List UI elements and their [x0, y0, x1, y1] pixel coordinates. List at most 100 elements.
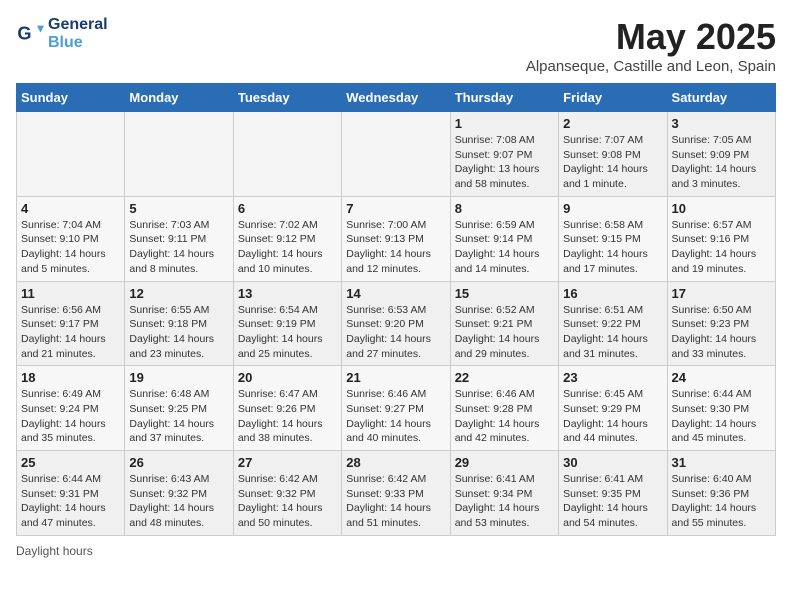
- day-number: 21: [346, 370, 445, 385]
- day-info: Sunrise: 6:40 AM Sunset: 9:36 PM Dayligh…: [672, 472, 771, 531]
- calendar-day-cell: 20 Sunrise: 6:47 AM Sunset: 9:26 PM Dayli…: [233, 366, 341, 451]
- day-info: Sunrise: 6:45 AM Sunset: 9:29 PM Dayligh…: [563, 387, 662, 446]
- day-info: Sunrise: 7:07 AM Sunset: 9:08 PM Dayligh…: [563, 133, 662, 192]
- calendar-table: SundayMondayTuesdayWednesdayThursdayFrid…: [16, 83, 776, 536]
- day-info: Sunrise: 6:44 AM Sunset: 9:30 PM Dayligh…: [672, 387, 771, 446]
- calendar-day-cell: 13 Sunrise: 6:54 AM Sunset: 9:19 PM Dayli…: [233, 281, 341, 366]
- calendar-day-cell: 24Sunrise: 6:44 AM Sunset: 9:30 PM Dayli…: [667, 366, 775, 451]
- day-info: Sunrise: 6:42 AM Sunset: 9:33 PM Dayligh…: [346, 472, 445, 531]
- calendar-day-cell: 16 Sunrise: 6:51 AM Sunset: 9:22 PM Dayli…: [559, 281, 667, 366]
- calendar-day-cell: [125, 112, 233, 197]
- calendar-day-cell: 18Sunrise: 6:49 AM Sunset: 9:24 PM Dayli…: [17, 366, 125, 451]
- day-number: 15: [455, 286, 554, 301]
- day-info: Sunrise: 6:48 AM Sunset: 9:25 PM Dayligh…: [129, 387, 228, 446]
- calendar-day-cell: 15 Sunrise: 6:52 AM Sunset: 9:21 PM Dayli…: [450, 281, 558, 366]
- day-info: Sunrise: 6:47 AM Sunset: 9:26 PM Dayligh…: [238, 387, 337, 446]
- calendar-day-cell: 5Sunrise: 7:03 AM Sunset: 9:11 PM Daylig…: [125, 196, 233, 281]
- calendar-day-cell: 30Sunrise: 6:41 AM Sunset: 9:35 PM Dayli…: [559, 451, 667, 536]
- weekday-header-row: SundayMondayTuesdayWednesdayThursdayFrid…: [17, 84, 776, 112]
- calendar-day-cell: [342, 112, 450, 197]
- calendar-day-cell: 11 Sunrise: 6:56 AM Sunset: 9:17 PM Dayli…: [17, 281, 125, 366]
- day-info: Sunrise: 6:51 AM Sunset: 9:22 PM Dayligh…: [563, 303, 662, 362]
- weekday-header-tuesday: Tuesday: [233, 84, 341, 112]
- calendar-day-cell: 28 Sunrise: 6:42 AM Sunset: 9:33 PM Dayli…: [342, 451, 450, 536]
- day-number: 29: [455, 455, 554, 470]
- calendar-week-row: 18Sunrise: 6:49 AM Sunset: 9:24 PM Dayli…: [17, 366, 776, 451]
- weekday-header-monday: Monday: [125, 84, 233, 112]
- calendar-day-cell: 7 Sunrise: 7:00 AM Sunset: 9:13 PM Daylig…: [342, 196, 450, 281]
- day-info: Sunrise: 6:44 AM Sunset: 9:31 PM Dayligh…: [21, 472, 120, 531]
- weekday-header-saturday: Saturday: [667, 84, 775, 112]
- day-number: 31: [672, 455, 771, 470]
- calendar-day-cell: 9 Sunrise: 6:58 AM Sunset: 9:15 PM Daylig…: [559, 196, 667, 281]
- day-number: 25: [21, 455, 120, 470]
- day-info: Sunrise: 6:43 AM Sunset: 9:32 PM Dayligh…: [129, 472, 228, 531]
- day-info: Sunrise: 6:56 AM Sunset: 9:17 PM Dayligh…: [21, 303, 120, 362]
- svg-text:G: G: [17, 24, 31, 44]
- calendar-day-cell: 10 Sunrise: 6:57 AM Sunset: 9:16 PM Dayli…: [667, 196, 775, 281]
- day-info: Sunrise: 6:41 AM Sunset: 9:34 PM Dayligh…: [455, 472, 554, 531]
- calendar-day-cell: [17, 112, 125, 197]
- calendar-day-cell: 8 Sunrise: 6:59 AM Sunset: 9:14 PM Daylig…: [450, 196, 558, 281]
- day-number: 9: [563, 201, 662, 216]
- logo-text: General Blue: [48, 16, 108, 52]
- calendar-week-row: 4 Sunrise: 7:04 AM Sunset: 9:10 PM Daylig…: [17, 196, 776, 281]
- month-title: May 2025: [526, 16, 776, 58]
- calendar-day-cell: 27Sunrise: 6:42 AM Sunset: 9:32 PM Dayli…: [233, 451, 341, 536]
- calendar-day-cell: 22Sunrise: 6:46 AM Sunset: 9:28 PM Dayli…: [450, 366, 558, 451]
- day-number: 12: [129, 286, 228, 301]
- day-number: 4: [21, 201, 120, 216]
- day-number: 1: [455, 116, 554, 131]
- day-info: Sunrise: 7:04 AM Sunset: 9:10 PM Dayligh…: [21, 218, 120, 277]
- day-number: 30: [563, 455, 662, 470]
- calendar-day-cell: 21Sunrise: 6:46 AM Sunset: 9:27 PM Dayli…: [342, 366, 450, 451]
- day-number: 7: [346, 201, 445, 216]
- day-info: Sunrise: 6:46 AM Sunset: 9:28 PM Dayligh…: [455, 387, 554, 446]
- calendar-day-cell: 12Sunrise: 6:55 AM Sunset: 9:18 PM Dayli…: [125, 281, 233, 366]
- title-area: May 2025 Alpanseque, Castille and Leon, …: [526, 16, 776, 75]
- day-info: Sunrise: 6:58 AM Sunset: 9:15 PM Dayligh…: [563, 218, 662, 277]
- day-info: Sunrise: 6:59 AM Sunset: 9:14 PM Dayligh…: [455, 218, 554, 277]
- day-info: Sunrise: 6:42 AM Sunset: 9:32 PM Dayligh…: [238, 472, 337, 531]
- day-number: 3: [672, 116, 771, 131]
- day-number: 11: [21, 286, 120, 301]
- day-number: 6: [238, 201, 337, 216]
- day-number: 5: [129, 201, 228, 216]
- day-info: Sunrise: 6:54 AM Sunset: 9:19 PM Dayligh…: [238, 303, 337, 362]
- calendar-day-cell: 1 Sunrise: 7:08 AM Sunset: 9:07 PM Daylig…: [450, 112, 558, 197]
- day-number: 16: [563, 286, 662, 301]
- weekday-header-sunday: Sunday: [17, 84, 125, 112]
- calendar-day-cell: 26Sunrise: 6:43 AM Sunset: 9:32 PM Dayli…: [125, 451, 233, 536]
- calendar-week-row: 11 Sunrise: 6:56 AM Sunset: 9:17 PM Dayli…: [17, 281, 776, 366]
- calendar-day-cell: 29 Sunrise: 6:41 AM Sunset: 9:34 PM Dayli…: [450, 451, 558, 536]
- day-number: 10: [672, 201, 771, 216]
- calendar-day-cell: 3 Sunrise: 7:05 AM Sunset: 9:09 PM Daylig…: [667, 112, 775, 197]
- calendar-day-cell: 2Sunrise: 7:07 AM Sunset: 9:08 PM Daylig…: [559, 112, 667, 197]
- day-info: Sunrise: 6:57 AM Sunset: 9:16 PM Dayligh…: [672, 218, 771, 277]
- weekday-header-wednesday: Wednesday: [342, 84, 450, 112]
- calendar-day-cell: 25 Sunrise: 6:44 AM Sunset: 9:31 PM Dayli…: [17, 451, 125, 536]
- day-info: Sunrise: 6:49 AM Sunset: 9:24 PM Dayligh…: [21, 387, 120, 446]
- day-info: Sunrise: 6:50 AM Sunset: 9:23 PM Dayligh…: [672, 303, 771, 362]
- day-info: Sunrise: 7:05 AM Sunset: 9:09 PM Dayligh…: [672, 133, 771, 192]
- day-info: Sunrise: 7:00 AM Sunset: 9:13 PM Dayligh…: [346, 218, 445, 277]
- calendar-week-row: 1 Sunrise: 7:08 AM Sunset: 9:07 PM Daylig…: [17, 112, 776, 197]
- calendar-day-cell: 17Sunrise: 6:50 AM Sunset: 9:23 PM Dayli…: [667, 281, 775, 366]
- day-number: 13: [238, 286, 337, 301]
- logo-icon: G: [16, 20, 44, 48]
- day-info: Sunrise: 6:52 AM Sunset: 9:21 PM Dayligh…: [455, 303, 554, 362]
- footer-note: Daylight hours: [16, 544, 776, 558]
- calendar-day-cell: 6 Sunrise: 7:02 AM Sunset: 9:12 PM Daylig…: [233, 196, 341, 281]
- day-number: 19: [129, 370, 228, 385]
- header: G General Blue May 2025 Alpanseque, Cast…: [16, 16, 776, 75]
- calendar-day-cell: [233, 112, 341, 197]
- day-number: 20: [238, 370, 337, 385]
- day-info: Sunrise: 7:08 AM Sunset: 9:07 PM Dayligh…: [455, 133, 554, 192]
- logo: G General Blue: [16, 16, 108, 52]
- day-info: Sunrise: 7:02 AM Sunset: 9:12 PM Dayligh…: [238, 218, 337, 277]
- calendar-day-cell: 23Sunrise: 6:45 AM Sunset: 9:29 PM Dayli…: [559, 366, 667, 451]
- location: Alpanseque, Castille and Leon, Spain: [526, 58, 776, 75]
- day-number: 28: [346, 455, 445, 470]
- weekday-header-thursday: Thursday: [450, 84, 558, 112]
- day-number: 8: [455, 201, 554, 216]
